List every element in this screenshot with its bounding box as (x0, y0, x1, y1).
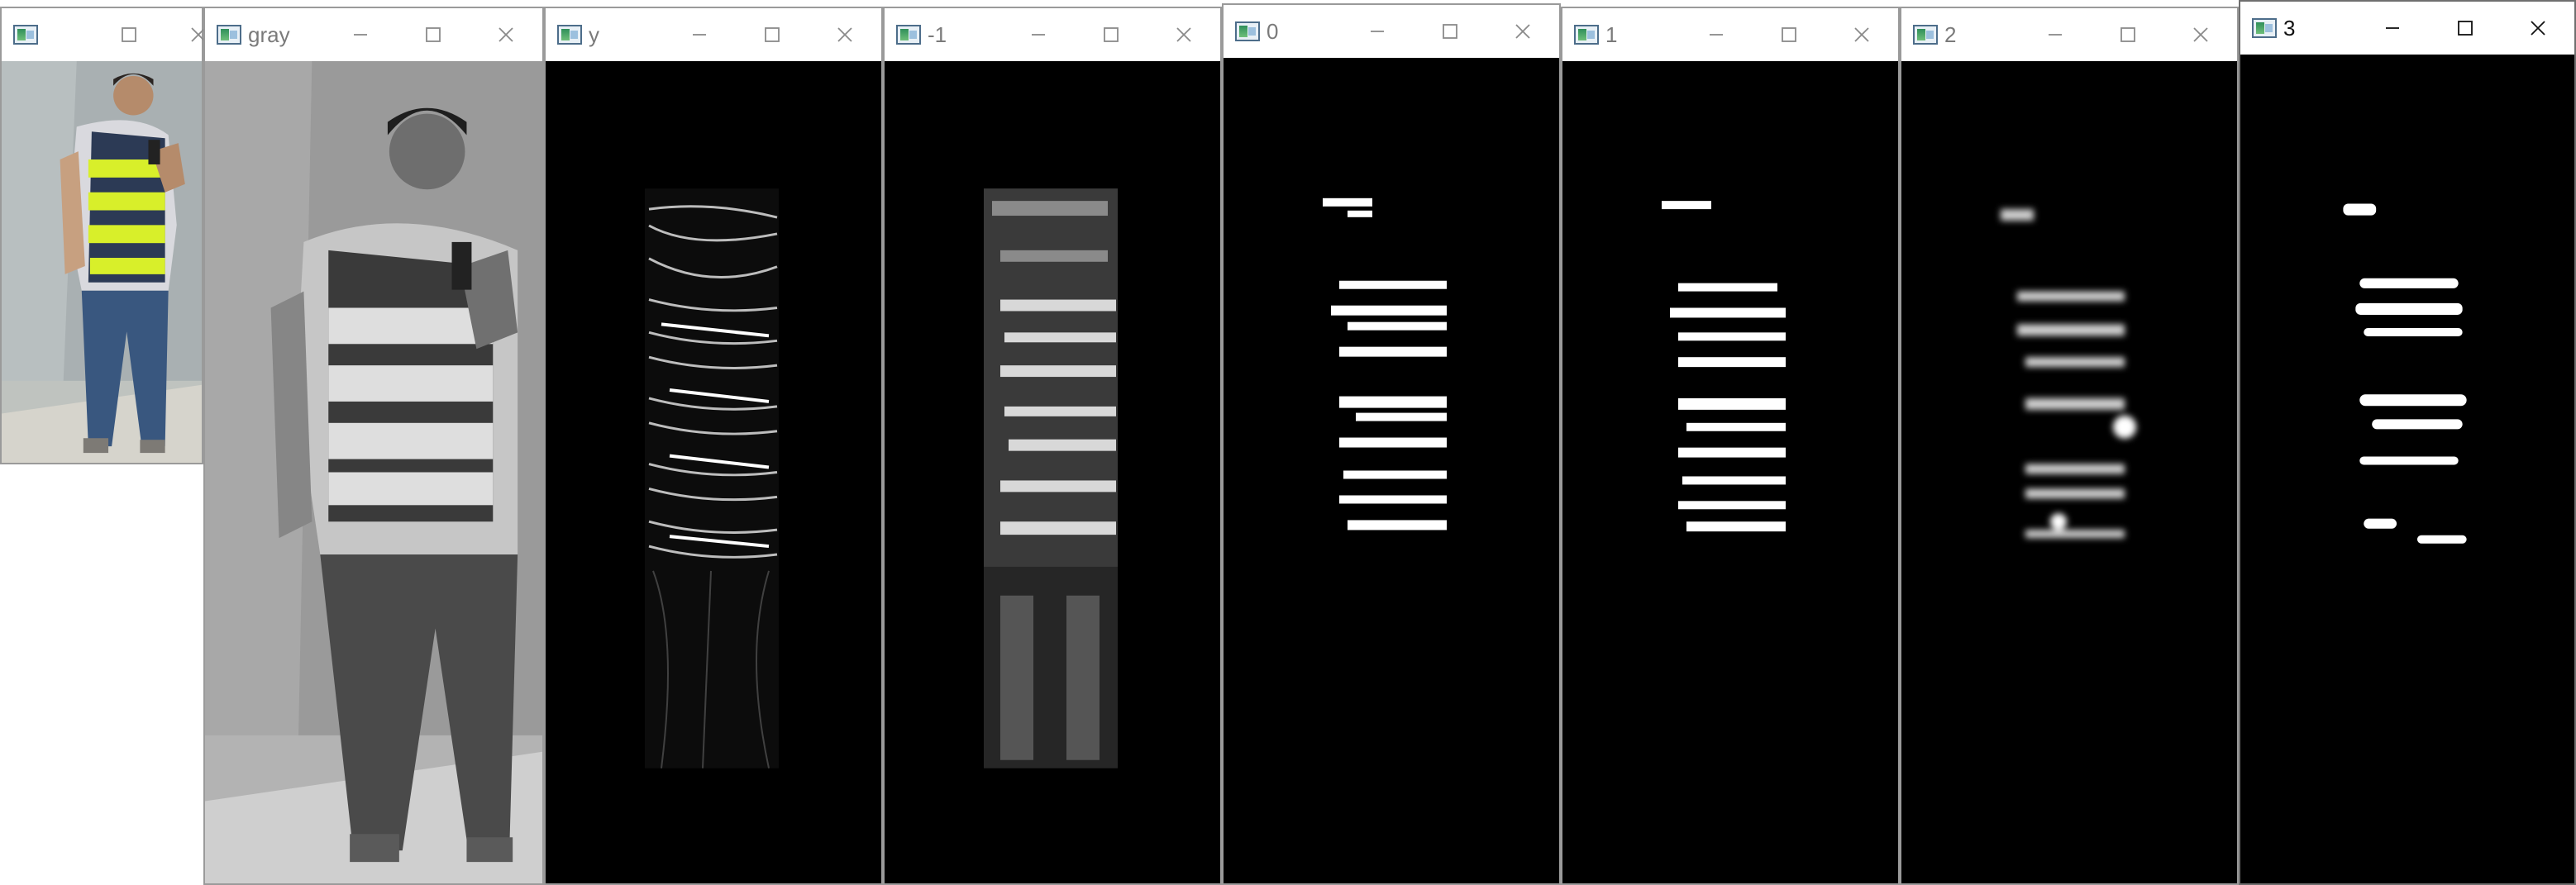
window-titlebar[interactable]: 3 (2240, 2, 2574, 55)
minimize-icon (1032, 34, 1045, 36)
close-button[interactable] (809, 8, 881, 61)
close-icon (2531, 21, 2545, 36)
app-icon (2252, 18, 2277, 38)
minimize-button[interactable] (1680, 8, 1753, 61)
window-titlebar[interactable]: y (546, 8, 881, 62)
close-icon (499, 27, 513, 42)
maximize-icon (122, 27, 136, 42)
minimize-icon (354, 34, 367, 36)
maximize-button[interactable] (736, 8, 809, 61)
window-title: -1 (928, 21, 947, 47)
minimize-button[interactable] (2019, 8, 2092, 61)
minimize-icon (1710, 34, 1723, 36)
app-icon (13, 25, 38, 45)
window-scale-0[interactable]: 0 (1222, 3, 1561, 885)
image-canvas[interactable] (205, 61, 542, 883)
maximize-icon (1782, 27, 1796, 42)
window-titlebar[interactable]: 0 (1224, 5, 1559, 59)
image-canvas[interactable] (1901, 61, 2237, 883)
blurred-mask-image (2001, 209, 2136, 539)
window-titlebar[interactable]: -1 (885, 8, 1220, 62)
window-title: y (589, 21, 599, 47)
close-button[interactable] (1825, 8, 1898, 61)
close-button[interactable] (1486, 5, 1559, 58)
window-title: gray (248, 21, 290, 47)
maximize-button[interactable] (1753, 8, 1825, 61)
window-titlebar[interactable]: 2 (1901, 8, 2237, 62)
binary-mask-image (1662, 201, 1786, 532)
maximize-icon (1104, 27, 1119, 42)
person-color-photo (2, 61, 202, 463)
image-canvas[interactable] (1562, 61, 1898, 883)
minimize-icon (2386, 27, 2399, 29)
minimize-button[interactable] (1341, 5, 1414, 58)
window-title: 1 (1605, 21, 1618, 47)
window-minus-1[interactable]: -1 (883, 7, 1222, 885)
close-icon (2193, 27, 2208, 42)
maximize-icon (2458, 21, 2473, 36)
image-canvas[interactable] (1224, 58, 1559, 883)
person-gray-photo (205, 61, 542, 883)
binary-mask-image (2343, 203, 2467, 544)
close-button[interactable] (470, 8, 542, 61)
maximize-icon (765, 27, 780, 42)
window-scale-3[interactable]: 3 (2239, 0, 2576, 885)
maximize-button[interactable] (1414, 5, 1486, 58)
app-icon (896, 25, 921, 45)
close-button[interactable] (1147, 8, 1220, 61)
binary-mask-image (1323, 197, 1447, 531)
maximize-button[interactable] (397, 8, 470, 61)
maximize-button[interactable] (94, 8, 164, 61)
minimize-button[interactable] (1002, 8, 1075, 61)
maximize-button[interactable] (2092, 8, 2164, 61)
gradient-map-image (984, 188, 1118, 768)
image-canvas[interactable] (885, 61, 1220, 883)
window-scale-1[interactable]: 1 (1561, 7, 1900, 885)
edge-map-image (645, 188, 779, 768)
app-icon (1574, 25, 1599, 45)
close-icon (837, 27, 852, 42)
window-scale-2[interactable]: 2 (1900, 7, 2239, 885)
maximize-icon (1443, 24, 1457, 39)
window-title: 2 (1944, 21, 1957, 47)
image-canvas[interactable] (2, 61, 202, 463)
minimize-button[interactable] (324, 8, 397, 61)
app-icon (1913, 25, 1938, 45)
window-title: 3 (2283, 15, 2296, 40)
app-icon (557, 25, 582, 45)
maximize-icon (426, 27, 441, 42)
minimize-button[interactable] (2356, 2, 2429, 55)
app-icon (217, 25, 241, 45)
close-button[interactable] (2164, 8, 2237, 61)
minimize-button[interactable] (45, 8, 94, 61)
window-titlebar[interactable] (2, 8, 206, 62)
image-canvas[interactable] (546, 61, 881, 883)
maximize-icon (2120, 27, 2135, 42)
minimize-icon (1371, 31, 1384, 32)
maximize-button[interactable] (2429, 2, 2502, 55)
window-title: 0 (1267, 18, 1279, 44)
app-icon (1235, 21, 1260, 41)
window-titlebar[interactable]: 1 (1562, 8, 1898, 62)
minimize-button[interactable] (663, 8, 736, 61)
minimize-icon (693, 34, 706, 36)
close-icon (1515, 24, 1530, 39)
window-titlebar[interactable]: gray (205, 8, 542, 62)
close-icon (1854, 27, 1869, 42)
window-original[interactable] (0, 7, 206, 464)
minimize-icon (2049, 34, 2062, 36)
image-canvas[interactable] (2240, 55, 2574, 883)
window-y[interactable]: y (544, 7, 883, 885)
close-button[interactable] (2502, 2, 2574, 55)
close-icon (1176, 27, 1191, 42)
maximize-button[interactable] (1075, 8, 1147, 61)
window-gray[interactable]: gray (203, 7, 544, 885)
